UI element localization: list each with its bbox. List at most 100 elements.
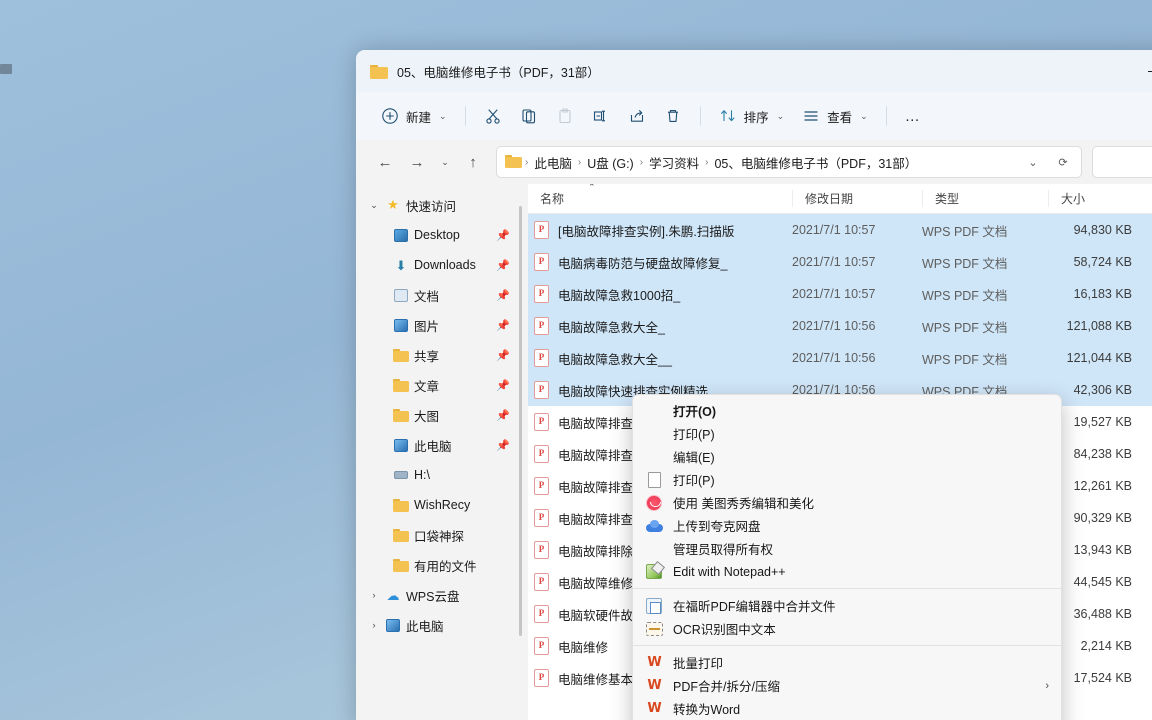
pin-icon[interactable]: 📌 xyxy=(496,409,510,422)
sidebar-item-6[interactable]: 文章 📌 xyxy=(356,370,528,400)
address-bar[interactable]: › 此电脑 › U盘 (G:) › 学习资料 › 05、电脑维修电子书（PDF，… xyxy=(496,146,1082,178)
context-menu-item-2[interactable]: 编辑(E) xyxy=(633,445,1061,468)
context-menu-item-11[interactable]: W PDF合并/拆分/压缩 › xyxy=(633,674,1061,697)
sort-ascending-icon: ⌃ xyxy=(588,184,596,192)
context-menu-item-3[interactable]: 打印(P) xyxy=(633,468,1061,491)
table-row[interactable]: 电脑故障急救1000招_ 2021/7/1 10:57 WPS PDF 文档 16,1… xyxy=(528,278,1152,310)
pin-icon[interactable]: 📌 xyxy=(496,229,510,242)
refresh-button[interactable]: ⟳ xyxy=(1049,149,1077,175)
folder-icon xyxy=(393,378,409,392)
sidebar-scrollbar[interactable] xyxy=(519,206,522,636)
address-row: ← → ⌄ ↑ › 此电脑 › U盘 (G:) › 学习资料 › 05、电脑维修… xyxy=(356,140,1152,184)
table-row[interactable]: 电脑故障急救大全_ 2021/7/1 10:56 WPS PDF 文档 121,088… xyxy=(528,310,1152,342)
file-type-cell: WPS PDF 文档 xyxy=(922,256,1008,271)
table-row[interactable]: [电脑故障排查实例].朱鹏.扫描版 2021/7/1 10:57 WPS PDF 文… xyxy=(528,214,1152,246)
table-row[interactable]: 电脑病毒防范与硬盘故障修复_ 2021/7/1 10:57 WPS PDF 文档 58… xyxy=(528,246,1152,278)
file-name-label: 电脑故障急救大全__ xyxy=(558,352,672,367)
pin-icon[interactable]: 📌 xyxy=(496,349,510,362)
search-input[interactable] xyxy=(1092,146,1152,178)
window-title: 05、电脑维修电子书（PDF，31部） xyxy=(397,65,600,80)
sidebar-item-5[interactable]: 共享 📌 xyxy=(356,340,528,370)
sidebar-item-2[interactable]: ⬇ Downloads 📌 xyxy=(356,250,528,280)
context-menu-item-8[interactable]: 在福昕PDF编辑器中合并文件 xyxy=(633,594,1061,617)
column-header-type[interactable]: 类型 xyxy=(922,190,1048,207)
new-button[interactable]: 新建 ⌄ xyxy=(372,100,456,132)
pin-icon[interactable]: 📌 xyxy=(496,319,510,332)
up-button[interactable]: ↑ xyxy=(458,147,488,177)
context-menu-item-1[interactable]: 打印(P) xyxy=(633,422,1061,445)
context-menu-item-icon: W xyxy=(643,655,665,670)
cut-button[interactable] xyxy=(475,100,511,132)
sidebar-item-icon xyxy=(390,438,412,452)
paste-icon xyxy=(559,108,571,124)
pdf-file-icon xyxy=(534,413,549,431)
expander-icon[interactable]: › xyxy=(366,590,382,600)
breadcrumb-item-0[interactable]: 此电脑 xyxy=(529,153,577,172)
context-menu-separator xyxy=(633,645,1061,646)
expander-icon[interactable]: ⌄ xyxy=(366,200,382,211)
pdf-file-icon xyxy=(534,605,549,623)
column-header-date[interactable]: 修改日期 xyxy=(792,190,922,207)
column-header-size[interactable]: 大小 xyxy=(1048,190,1144,207)
sidebar-item-4[interactable]: 图片 📌 xyxy=(356,310,528,340)
view-button[interactable]: 查看 ⌄ xyxy=(793,100,877,132)
sidebar-item-7[interactable]: 大图 📌 xyxy=(356,400,528,430)
drive-icon xyxy=(394,471,408,479)
context-menu-item-10[interactable]: W 批量打印 xyxy=(633,651,1061,674)
more-options-button[interactable]: … xyxy=(896,100,931,132)
sidebar-item-0[interactable]: ⌄ ★ 快速访问 xyxy=(356,190,528,220)
pin-icon[interactable]: 📌 xyxy=(496,379,510,392)
sidebar-item-icon: ☁ xyxy=(382,589,404,602)
cloud-icon xyxy=(645,519,663,532)
file-type-cell: WPS PDF 文档 xyxy=(922,288,1008,303)
pin-icon[interactable]: 📌 xyxy=(496,259,510,272)
documents-icon xyxy=(394,288,408,302)
context-menu-item-0[interactable]: 打开(O) xyxy=(633,399,1061,422)
sidebar-item-9[interactable]: H:\ xyxy=(356,460,528,490)
table-row[interactable]: 电脑故障急救大全__ 2021/7/1 10:56 WPS PDF 文档 121,04… xyxy=(528,342,1152,374)
file-size-cell: 90,329 KB xyxy=(1073,511,1132,525)
column-header-name[interactable]: 名称 ⌃ xyxy=(528,184,792,207)
forward-button[interactable]: → xyxy=(402,147,432,177)
sort-button[interactable]: 排序 ⌄ xyxy=(710,100,794,132)
sidebar-item-3[interactable]: 文档 📌 xyxy=(356,280,528,310)
copy-button[interactable] xyxy=(511,100,547,132)
sidebar-item-10[interactable]: WishRecy xyxy=(356,490,528,520)
folder-icon xyxy=(393,558,409,572)
expander-icon[interactable]: › xyxy=(366,620,382,630)
sidebar-item-label: WPS云盘 xyxy=(406,589,460,604)
sidebar-item-8[interactable]: 此电脑 📌 xyxy=(356,430,528,460)
context-menu-item-icon xyxy=(643,621,665,636)
context-menu-item-9[interactable]: OCR识别图中文本 xyxy=(633,617,1061,640)
delete-button[interactable] xyxy=(655,100,691,132)
context-menu-item-6[interactable]: 管理员取得所有权 xyxy=(633,537,1061,560)
sidebar-item-1[interactable]: Desktop 📌 xyxy=(356,220,528,250)
breadcrumb-item-3[interactable]: 05、电脑维修电子书（PDF，31部） xyxy=(709,153,922,172)
file-size-cell: 17,524 KB xyxy=(1073,671,1132,685)
computer-icon xyxy=(386,618,400,632)
rename-icon xyxy=(593,110,605,122)
page-icon xyxy=(647,471,661,488)
sidebar-item-14[interactable]: › 此电脑 xyxy=(356,610,528,640)
rename-button[interactable] xyxy=(583,100,619,132)
back-button[interactable]: ← xyxy=(370,147,400,177)
context-menu-item-5[interactable]: 上传到夸克网盘 xyxy=(633,514,1061,537)
share-button[interactable] xyxy=(619,100,655,132)
sidebar-item-13[interactable]: › ☁ WPS云盘 xyxy=(356,580,528,610)
address-dropdown-button[interactable]: ⌄ xyxy=(1019,149,1047,175)
wps-icon: W xyxy=(647,655,661,670)
context-menu-item-12[interactable]: W 转换为Word xyxy=(633,697,1061,720)
sidebar-item-icon xyxy=(390,228,412,242)
breadcrumb-item-2[interactable]: 学习资料 xyxy=(644,153,704,172)
sidebar-item-icon: ★ xyxy=(382,197,404,213)
sidebar-item-11[interactable]: 口袋神探 xyxy=(356,520,528,550)
pin-icon[interactable]: 📌 xyxy=(496,439,510,452)
minimize-button[interactable] xyxy=(1130,50,1152,92)
breadcrumb-item-1[interactable]: U盘 (G:) xyxy=(582,153,639,172)
recent-locations-button[interactable]: ⌄ xyxy=(434,147,456,177)
pin-icon[interactable]: 📌 xyxy=(496,289,510,302)
sidebar-item-12[interactable]: 有用的文件 xyxy=(356,550,528,580)
context-menu-item-7[interactable]: Edit with Notepad++ xyxy=(633,560,1061,583)
context-menu-item-4[interactable]: 使用 美图秀秀编辑和美化 xyxy=(633,491,1061,514)
context-menu-item-label: 使用 美图秀秀编辑和美化 xyxy=(673,497,814,511)
